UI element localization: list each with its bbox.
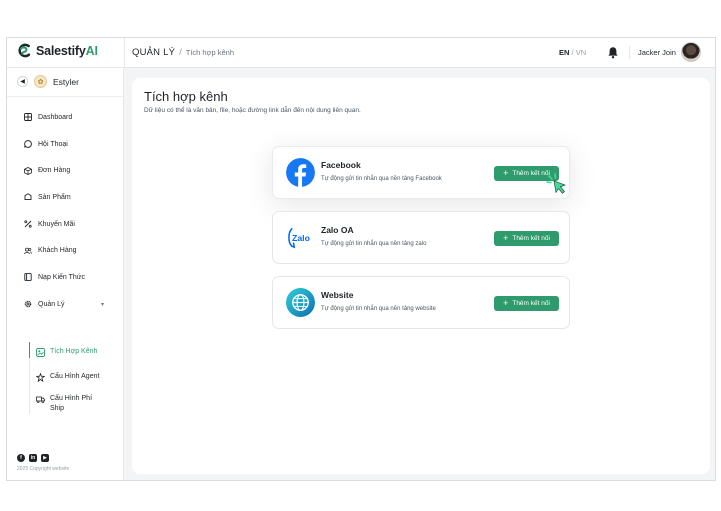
topbar-divider [124,38,125,68]
gear-icon [24,300,32,308]
subnav-item-shipping-fee[interactable]: Cấu Hình Phí Ship [30,392,100,414]
logo[interactable]: SalestifyAI [17,43,98,58]
user-divider [629,46,630,59]
sidebar-item-conversations[interactable]: Hội Thoại [7,131,123,158]
channel-name: Zalo OA [321,225,354,235]
subnav-item-label: Cấu Hình Agent [50,373,100,380]
sidebar-item-label: Sản Phẩm [38,193,71,201]
chat-icon [24,140,32,148]
social-links: f in ▶ [17,454,49,462]
lang-separator: / [571,48,574,57]
sidebar-item-dashboard[interactable]: Dashboard [7,104,123,131]
dashboard-icon [24,113,32,122]
bell-icon[interactable] [607,46,619,59]
plus-icon: + [503,168,509,178]
svg-text:Zalo: Zalo [292,233,310,243]
top-bar: SalestifyAI QUẢN LÝ / Tích hợp kênh EN /… [7,38,715,68]
button-label: Thêm kết nối [512,235,550,242]
sidebar-item-orders[interactable]: Đơn Hàng [7,157,123,184]
breadcrumb-section[interactable]: QUẢN LÝ [132,47,175,58]
breadcrumb: QUẢN LÝ / Tích hợp kênh [132,47,234,58]
collapse-icon[interactable]: ◀ [17,76,28,87]
sidebar-item-label: Nạp Kiến Thức [38,273,85,281]
subnav-item-label: Tích Hợp Kênh [50,348,98,355]
channel-card-zalo: Zalo Zalo OA Tự động gửi tin nhắn qua nề… [272,211,570,264]
knowledge-icon [24,273,32,282]
lang-en[interactable]: EN [559,48,569,57]
breadcrumb-current: Tích hợp kênh [185,48,235,57]
integration-icon [36,347,45,357]
globe-icon [286,288,315,317]
channel-description: Tự động gửi tin nhắn qua nền tảng Facebo… [321,176,442,182]
product-icon [24,193,32,201]
button-label: Thêm kết nối [512,300,550,307]
facebook-small-icon[interactable]: f [17,454,25,462]
sidebar-item-knowledge[interactable]: Nạp Kiến Thức [7,264,123,291]
language-switch: EN / VN [559,48,586,57]
page-title: Tích hợp kênh [144,89,228,104]
sidebar-item-products[interactable]: Sản Phẩm [7,184,123,211]
agent-icon [36,372,45,382]
channel-card-facebook: Facebook Tự động gửi tin nhắn qua nền tả… [272,146,570,199]
brand-name: Estyler [53,76,79,87]
channel-card-website: Website Tự động gửi tin nhắn qua nền tản… [272,276,570,329]
sidebar-item-label: Khách Hàng [38,247,77,255]
channel-name: Website [321,290,354,300]
subnav-item-channel-integration[interactable]: Tích Hợp Kênh [28,342,123,370]
linkedin-icon[interactable]: in [29,454,37,462]
youtube-icon[interactable]: ▶ [41,454,49,462]
salestify-logo-icon [18,43,31,58]
subnav-item-label: Cấu Hình Phí Ship [50,395,93,412]
sidebar-item-promotions[interactable]: Khuyến Mãi [7,211,123,238]
add-connection-button-zalo[interactable]: + Thêm kết nối [494,231,559,246]
sidebar-divider [7,96,123,97]
button-label: Thêm kết nối [512,170,550,177]
chevron-down-icon[interactable]: ▾ [101,301,104,308]
sidebar-item-label: Hội Thoại [38,140,68,148]
brand-logo-icon: ✿ [34,75,47,88]
cursor-icon [546,173,566,194]
plus-icon: + [503,298,509,308]
channel-name: Facebook [321,160,361,170]
users-icon [24,247,32,254]
sidebar-item-label: Khuyến Mãi [38,220,75,228]
facebook-icon [286,158,315,187]
logo-text: SalestifyAI [36,43,98,58]
lang-vn[interactable]: VN [576,48,586,57]
zalo-icon: Zalo [286,223,315,252]
channel-description: Tự động gửi tin nhắn qua nền tảng zalo [321,241,427,247]
add-connection-button-website[interactable]: + Thêm kết nối [494,296,559,311]
management-subnav: Tích Hợp Kênh Cấu Hình Agent Cấu Hình Ph… [28,342,123,414]
sidebar-item-label: Đơn Hàng [38,167,71,175]
page-subtitle: Dữ liệu có thể là văn bản, file, hoặc đư… [144,107,361,114]
subnav-item-agent-config[interactable]: Cấu Hình Agent [30,370,123,392]
main-panel: Tích hợp kênh Dữ liệu có thể là văn bản,… [132,78,710,474]
sidebar-item-label: Quản Lý [38,300,65,308]
sidebar: ◀ ✿ Estyler Dashboard Hội Thoại Đơn Hàng… [7,68,124,480]
avatar[interactable] [681,42,701,62]
app-window: SalestifyAI QUẢN LÝ / Tích hợp kênh EN /… [6,37,716,481]
sidebar-nav: Dashboard Hội Thoại Đơn Hàng Sản Phẩm Kh… [7,104,123,318]
channel-description: Tự động gửi tin nhắn qua nền tảng websit… [321,306,436,312]
breadcrumb-separator: / [179,47,182,58]
truck-icon [36,396,45,403]
sidebar-item-customers[interactable]: Khách Hàng [7,237,123,264]
percent-icon [24,220,32,228]
sidebar-item-label: Dashboard [38,113,73,121]
plus-icon: + [503,233,509,243]
copyright-text: 2025 Copyright website [17,466,70,472]
user-name[interactable]: Jacker Join [638,48,676,57]
brand-switcher[interactable]: ◀ ✿ Estyler [17,75,79,88]
sidebar-item-management[interactable]: Quản Lý ▾ [7,291,123,318]
box-icon [24,166,32,175]
